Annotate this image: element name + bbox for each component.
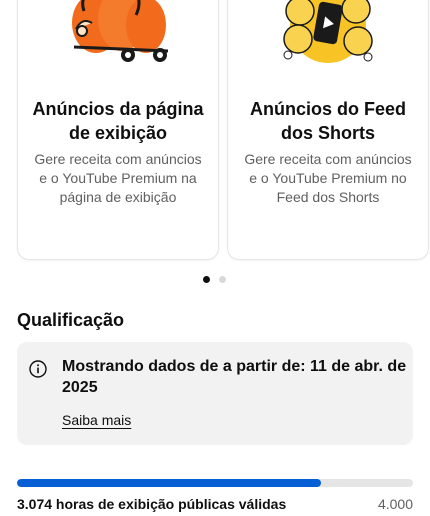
learn-more-link[interactable]: Saiba mais <box>62 412 131 428</box>
yellow-shorts-phone-icon <box>283 0 373 63</box>
monetization-cards-carousel[interactable]: Anúncios da página de exibição Gere rece… <box>0 0 430 262</box>
orange-cart-icon <box>72 0 169 62</box>
carousel-pagination <box>0 276 430 284</box>
data-date-notice: Mostrando dados de a partir de: 11 de ab… <box>17 342 413 445</box>
card-watch-page-ads[interactable]: Anúncios da página de exibição Gere rece… <box>17 0 219 260</box>
card-description: Gere receita com anúncios e o YouTube Pr… <box>244 151 412 205</box>
carousel-dot[interactable] <box>219 276 226 283</box>
watch-hours-progress-bar <box>17 479 413 487</box>
info-icon <box>29 360 47 378</box>
card-shorts-feed-ads[interactable]: Anúncios do Feed dos Shorts Gere receita… <box>227 0 429 260</box>
watch-hours-label: 3.074 horas de exibição públicas válidas <box>17 496 287 512</box>
carousel-dot-active[interactable] <box>203 276 210 283</box>
qualification-heading: Qualificação <box>17 310 125 330</box>
notice-text: Mostrando dados de a partir de: 11 de ab… <box>62 358 407 396</box>
watch-hours-goal: 4.000 <box>377 496 413 512</box>
card-title: Anúncios do Feed dos Shorts <box>249 99 406 143</box>
progress-fill <box>17 479 322 487</box>
card-title: Anúncios da página de exibição <box>32 99 204 143</box>
card-description: Gere receita com anúncios e o YouTube Pr… <box>34 151 202 205</box>
